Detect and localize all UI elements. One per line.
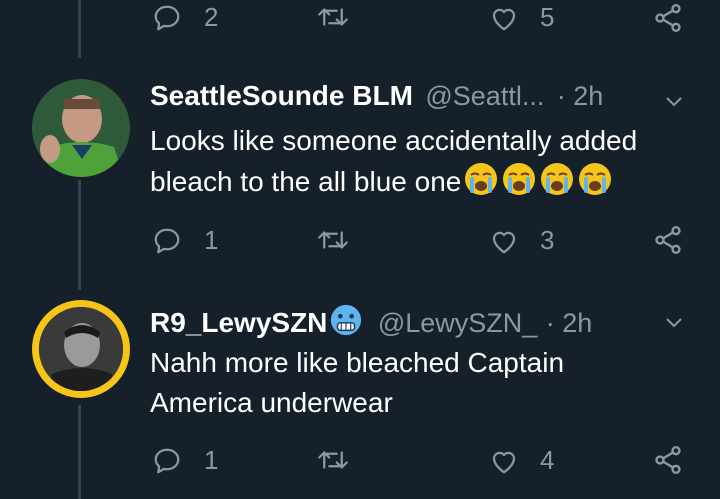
tweet-text: Nahh more like bleached Captain America … <box>150 343 680 423</box>
retweet-icon <box>318 451 348 469</box>
reply-icon <box>154 448 180 473</box>
thread-line <box>78 0 81 58</box>
reply-count: 2 <box>204 2 219 32</box>
loudly-crying-face-icon <box>541 163 574 195</box>
like-count: 4 <box>540 445 555 475</box>
thread-line <box>78 405 81 499</box>
tweet-time[interactable]: · 2h <box>546 308 593 338</box>
author-handle[interactable]: @Seattl... <box>425 81 544 111</box>
tweet-text-line: Nahh more like bleached Captain <box>150 347 565 378</box>
retweet-button[interactable] <box>316 225 350 255</box>
reply-count: 1 <box>204 445 219 475</box>
like-icon <box>492 231 516 253</box>
author-name[interactable]: R9_LewySZN <box>150 307 327 338</box>
avatar-image <box>32 79 130 177</box>
tweet-time[interactable]: · 2h <box>557 81 604 111</box>
author-name[interactable]: SeattleSounde BLM <box>150 80 413 111</box>
like-button[interactable]: 3 <box>488 225 554 256</box>
like-count: 3 <box>540 225 555 255</box>
retweet-button[interactable] <box>316 445 350 475</box>
loudly-crying-face-icon <box>465 163 498 195</box>
thread-line <box>78 180 81 290</box>
share-icon <box>655 4 681 32</box>
like-icon <box>492 8 516 30</box>
like-button[interactable]: 4 <box>488 445 554 476</box>
like-count: 5 <box>540 2 555 32</box>
share-icon <box>655 446 681 474</box>
chevron-down-icon[interactable] <box>662 310 686 334</box>
loudly-crying-face-icon <box>579 163 612 195</box>
reply-button[interactable]: 2 <box>152 2 218 33</box>
retweet-icon <box>318 231 348 249</box>
avatar-image <box>39 307 123 391</box>
reply-button[interactable]: 1 <box>152 225 218 256</box>
chevron-down-icon[interactable] <box>662 89 686 113</box>
cold-face-icon <box>331 304 362 336</box>
share-icon <box>655 226 681 254</box>
avatar[interactable] <box>32 300 130 398</box>
author-handle[interactable]: @LewySZN_ <box>378 308 537 338</box>
tweet-header: SeattleSounde BLM @Seattl... · 2h <box>150 80 603 112</box>
reply-icon <box>154 5 180 30</box>
like-button[interactable]: 5 <box>488 2 554 33</box>
share-button[interactable] <box>652 2 684 34</box>
emoji-group <box>461 163 613 197</box>
share-button[interactable] <box>652 224 684 256</box>
tweet-header: R9_LewySZN @LewySZN_ · 2h <box>150 303 592 339</box>
share-button[interactable] <box>652 444 684 476</box>
reply-button[interactable]: 1 <box>152 445 218 476</box>
loudly-crying-face-icon <box>503 163 536 195</box>
tweet-text: Looks like someone accidentally added bl… <box>150 121 680 202</box>
retweet-button[interactable] <box>316 2 350 32</box>
avatar[interactable] <box>32 79 130 177</box>
tweet-text-line: America underwear <box>150 387 393 418</box>
like-icon <box>492 451 516 473</box>
retweet-icon <box>318 8 348 26</box>
reply-icon <box>154 228 180 253</box>
reply-count: 1 <box>204 225 219 255</box>
